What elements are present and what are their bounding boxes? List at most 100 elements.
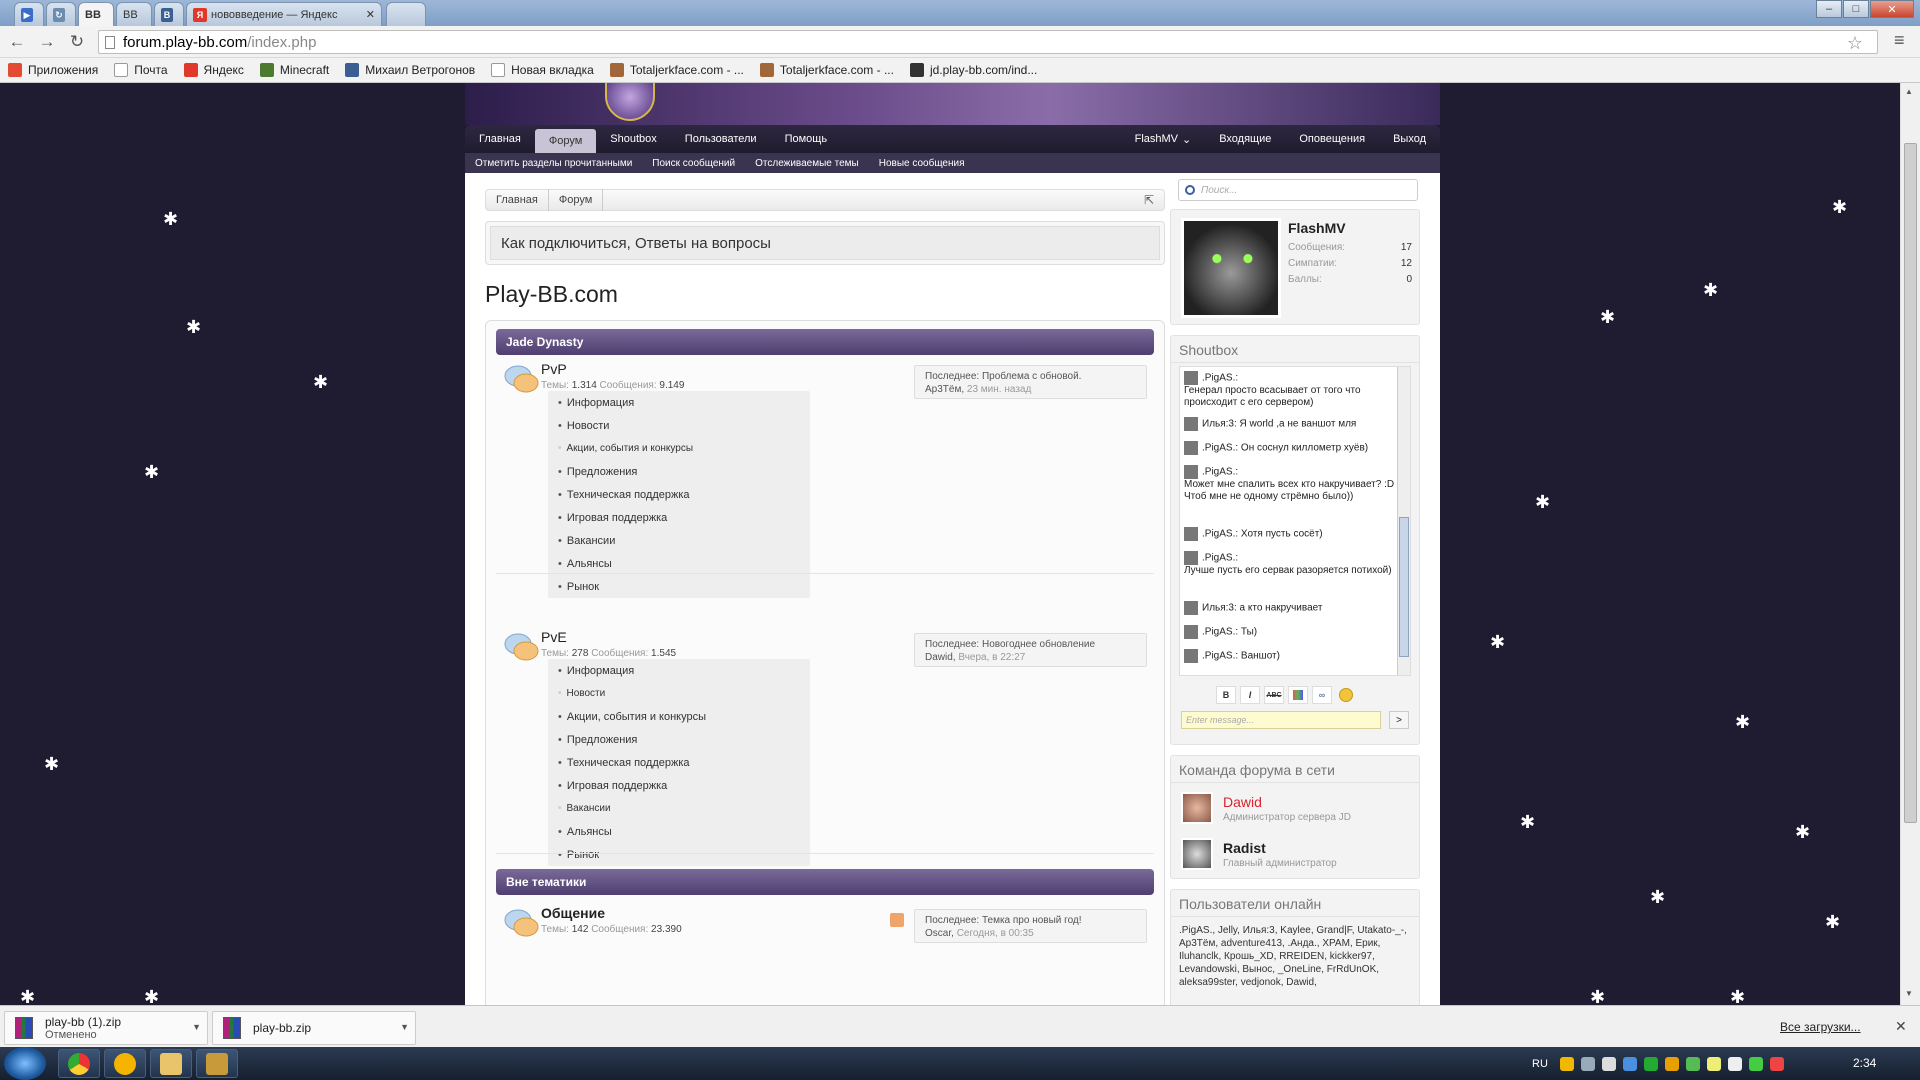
maximize-icon[interactable]: □ (1843, 0, 1869, 18)
tab-bb[interactable]: BB (116, 2, 152, 26)
all-downloads-link[interactable]: Все загрузки... (1780, 1020, 1861, 1034)
subforum-link[interactable]: Вакансии (548, 529, 810, 552)
tray-icon[interactable] (1769, 1056, 1784, 1071)
avatar[interactable] (1184, 465, 1198, 479)
link-button[interactable]: ∞ (1312, 686, 1332, 704)
forum-title[interactable]: Общение (541, 905, 605, 921)
taskbar-explorer[interactable] (150, 1049, 192, 1078)
tab-vk[interactable]: В (154, 2, 184, 26)
subforum-link[interactable]: Предложения (548, 460, 810, 483)
nav-alerts[interactable]: Оповещения (1285, 125, 1379, 153)
italic-button[interactable]: I (1240, 686, 1260, 704)
chrome-menu-icon[interactable]: ≡ (1894, 30, 1905, 51)
bookmark-mail[interactable]: Почта (114, 63, 168, 77)
nav-home[interactable]: Главная (465, 125, 535, 153)
subnav-mark-read[interactable]: Отметить разделы прочитанными (475, 158, 632, 169)
bookmark-tjf-1[interactable]: Totaljerkface.com - ... (609, 63, 744, 77)
nav-users[interactable]: Пользователи (671, 125, 771, 153)
last-post-user[interactable]: Oscar, (925, 928, 954, 939)
bookmark-minecraft[interactable]: Minecraft (259, 63, 329, 77)
bookmark-jd[interactable]: jd.play-bb.com/ind... (909, 63, 1037, 77)
tab-bb-active[interactable]: BB (78, 2, 114, 26)
staff-name[interactable]: Radist (1223, 840, 1266, 856)
close-icon[interactable]: ✕ (1895, 1018, 1907, 1035)
avatar[interactable] (1184, 527, 1198, 541)
breadcrumb-home[interactable]: Главная (486, 189, 549, 211)
taskbar-skype[interactable] (104, 1049, 146, 1078)
bold-button[interactable]: B (1216, 686, 1236, 704)
shoutbox-scrollbar[interactable] (1397, 367, 1410, 675)
scrollbar-thumb[interactable] (1904, 143, 1917, 823)
subforum-link[interactable]: Рынок (548, 575, 810, 598)
bookmark-star-icon[interactable]: ☆ (1847, 33, 1863, 54)
subforum-link[interactable]: Альянсы (548, 552, 810, 575)
search-input[interactable]: Поиск... (1178, 179, 1418, 201)
forward-icon[interactable]: → (34, 29, 60, 55)
tab-close-icon[interactable]: ✕ (366, 8, 375, 21)
tab-play[interactable]: ▶ (14, 2, 44, 26)
color-button[interactable] (1288, 686, 1308, 704)
taskbar-app[interactable] (196, 1049, 238, 1078)
tray-icon[interactable] (1622, 1056, 1637, 1071)
subnav-watched-threads[interactable]: Отслеживаемые темы (755, 158, 859, 169)
last-post-title[interactable]: Новогоднее обновление (982, 639, 1095, 650)
bookmark-new-tab[interactable]: Новая вкладка (491, 63, 594, 77)
subforum-link[interactable]: Новости (548, 682, 810, 705)
download-item[interactable]: play-bb (1).zip Отменено ▼ (4, 1011, 208, 1045)
avatar[interactable] (1184, 441, 1198, 455)
last-post-title[interactable]: Проблема с обновой. (982, 371, 1081, 382)
rss-icon[interactable] (890, 913, 904, 927)
scroll-down-icon[interactable]: ▼ (1905, 989, 1913, 998)
shout-message-input[interactable]: Enter message... (1181, 711, 1381, 729)
avatar[interactable] (1184, 625, 1198, 639)
start-button[interactable] (4, 1047, 46, 1080)
last-post-title[interactable]: Темка про новый год! (982, 915, 1082, 926)
jump-menu-icon[interactable]: ⇱ (1134, 189, 1164, 211)
subforum-link[interactable]: Техническая поддержка (548, 483, 810, 506)
subnav-search-posts[interactable]: Поиск сообщений (652, 158, 735, 169)
clock[interactable]: 2:34 (1853, 1056, 1876, 1070)
avatar[interactable] (1184, 417, 1198, 431)
subforum-link[interactable]: Игровая поддержка (548, 774, 810, 797)
visitor-name[interactable]: FlashMV (1288, 220, 1346, 236)
forum-title[interactable]: PvP (541, 361, 567, 377)
bookmark-apps[interactable]: Приложения (8, 63, 98, 77)
staff-name[interactable]: Dawid (1223, 794, 1262, 810)
chevron-down-icon[interactable]: ▼ (400, 1022, 409, 1032)
nav-logout[interactable]: Выход (1379, 125, 1440, 153)
language-indicator[interactable]: RU (1532, 1058, 1548, 1070)
scroll-up-icon[interactable]: ▲ (1905, 87, 1913, 96)
subforum-link[interactable]: Альянсы (548, 820, 810, 843)
tab-yandex[interactable]: Янововведение — Яндекс ✕ (186, 2, 382, 26)
subforum-link[interactable]: Техническая поддержка (548, 751, 810, 774)
avatar[interactable] (1181, 792, 1213, 824)
bookmark-tjf-2[interactable]: Totaljerkface.com - ... (759, 63, 894, 77)
avatar[interactable] (1184, 371, 1198, 385)
close-window-icon[interactable]: ✕ (1870, 0, 1914, 18)
nav-user-menu[interactable]: FlashMV ⌄ (1121, 125, 1206, 153)
subforum-link[interactable]: Рынок (548, 843, 810, 866)
taskbar-chrome[interactable] (58, 1049, 100, 1078)
subforum-link[interactable]: Акции, события и конкурсы (548, 437, 810, 460)
tray-icon[interactable] (1580, 1056, 1595, 1071)
notice-text[interactable]: Как подключиться, Ответы на вопросы (490, 226, 1160, 260)
subforum-link[interactable]: Информация (548, 391, 810, 414)
subforum-link[interactable]: Новости (548, 414, 810, 437)
tab-refresh[interactable]: ↻ (46, 2, 76, 26)
tray-icon[interactable] (1748, 1056, 1763, 1071)
forum-title[interactable]: PvE (541, 629, 567, 645)
nav-forum[interactable]: Форум (534, 129, 597, 153)
volume-icon[interactable] (1601, 1056, 1616, 1071)
avatar[interactable] (1184, 601, 1198, 615)
tray-icon[interactable] (1664, 1056, 1679, 1071)
chevron-down-icon[interactable]: ▼ (192, 1022, 201, 1032)
minimize-icon[interactable]: – (1816, 0, 1842, 18)
subforum-link[interactable]: Акции, события и конкурсы (548, 705, 810, 728)
page-scrollbar[interactable]: ▲ ▼ (1900, 83, 1920, 1005)
smiley-button[interactable] (1336, 686, 1356, 704)
breadcrumb-forum[interactable]: Форум (549, 189, 604, 211)
subforum-link[interactable]: Вакансии (548, 797, 810, 820)
tray-icon[interactable] (1559, 1056, 1574, 1071)
category-header[interactable]: Вне тематики (496, 869, 1154, 895)
reload-icon[interactable]: ↻ (64, 29, 90, 55)
